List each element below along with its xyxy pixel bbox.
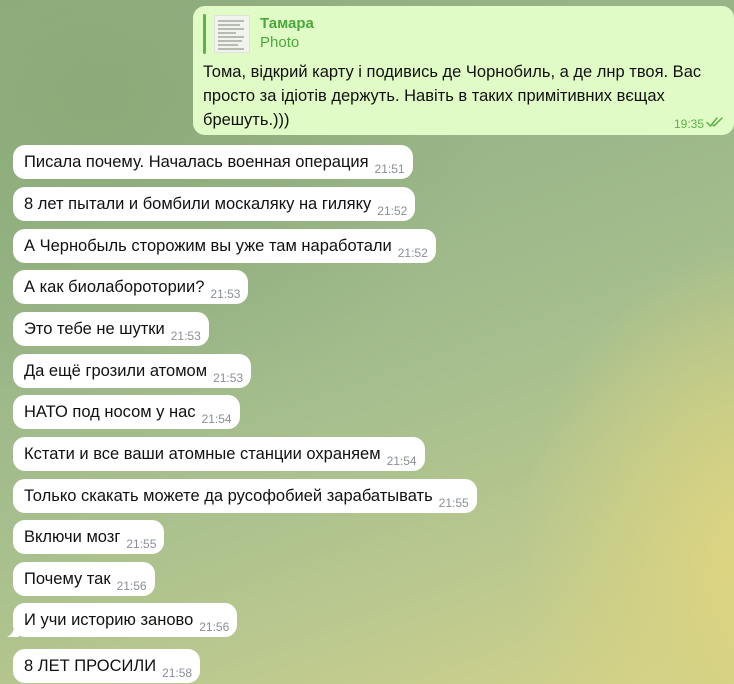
incoming-message[interactable]: Включи мозг 21:55 xyxy=(13,520,165,554)
message-meta: 19:35 xyxy=(674,116,724,131)
chat-area: Тамара Photo Тома, відкрий карту і подив… xyxy=(0,0,734,684)
message-time: 21:56 xyxy=(199,620,230,634)
message-time: 21:56 xyxy=(116,579,147,593)
incoming-message[interactable]: Это тебе не шутки 21:53 xyxy=(13,312,209,346)
reply-bar xyxy=(203,14,206,54)
message-time: 21:53 xyxy=(210,287,241,301)
message-text: НАТО под носом у нас xyxy=(24,403,196,421)
message-text: Тома, відкрий карту і подивись де Чорноб… xyxy=(203,63,702,129)
photo-thumbnail xyxy=(214,15,250,53)
message-time: 21:58 xyxy=(162,666,193,680)
message-time: 21:55 xyxy=(126,537,157,551)
message-text: 8 лет пытали и бомбили москаляку на гиля… xyxy=(24,195,372,213)
incoming-message[interactable]: Только скакать можете да русофобией зара… xyxy=(13,479,477,513)
message-time: 21:54 xyxy=(386,454,417,468)
message-text: А как биолаборотории? xyxy=(24,278,205,296)
incoming-message[interactable]: А как биолаборотории? 21:53 xyxy=(13,270,249,304)
message-text: Только скакать можете да русофобией зара… xyxy=(24,487,433,505)
message-text: Включи мозг xyxy=(24,528,121,546)
message-text: А Чернобыль сторожим вы уже там наработа… xyxy=(24,237,392,255)
message-time: 21:52 xyxy=(377,204,408,218)
reply-sender-name: Тамара xyxy=(260,15,314,32)
message-text: Кстати и все ваши атомные станции охраня… xyxy=(24,445,381,463)
incoming-message[interactable]: Кстати и все ваши атомные станции охраня… xyxy=(13,437,425,471)
message-text: Это тебе не шутки xyxy=(24,320,165,338)
message-time: 21:52 xyxy=(397,246,428,260)
reply-preview[interactable]: Тамара Photo xyxy=(203,14,403,54)
incoming-message[interactable]: И учи историю заново 21:56 xyxy=(7,603,238,637)
message-text: И учи историю заново xyxy=(24,611,194,629)
message-time: 21:53 xyxy=(170,329,201,343)
message-time: 21:53 xyxy=(213,371,244,385)
incoming-message[interactable]: А Чернобыль сторожим вы уже там наработа… xyxy=(13,229,436,263)
incoming-message[interactable]: Да ещё грозили атомом 21:53 xyxy=(13,354,252,388)
bubble-tail xyxy=(7,625,19,637)
incoming-message[interactable]: Писала почему. Началась военная операция… xyxy=(13,145,413,179)
incoming-message[interactable]: Почему так 21:56 xyxy=(13,562,155,596)
reply-media-type: Photo xyxy=(260,34,300,51)
message-text: Писала почему. Началась военная операция xyxy=(24,153,369,171)
message-time: 19:35 xyxy=(673,116,704,131)
message-text: Почему так xyxy=(24,570,111,588)
message-text: Да ещё грозили атомом xyxy=(24,362,208,380)
outgoing-message[interactable]: Тамара Photo Тома, відкрий карту і подив… xyxy=(193,6,734,135)
incoming-message[interactable]: 8 ЛЕТ ПРОСИЛИ 21:58 xyxy=(13,649,201,683)
incoming-message[interactable]: НАТО под носом у нас 21:54 xyxy=(13,395,240,429)
message-time: 21:51 xyxy=(374,162,405,176)
double-check-icon xyxy=(706,116,724,131)
message-time: 21:55 xyxy=(438,496,469,510)
message-time: 21:54 xyxy=(201,412,232,426)
incoming-message[interactable]: 8 лет пытали и бомбили москаляку на гиля… xyxy=(13,187,416,221)
message-text: 8 ЛЕТ ПРОСИЛИ xyxy=(24,657,157,675)
